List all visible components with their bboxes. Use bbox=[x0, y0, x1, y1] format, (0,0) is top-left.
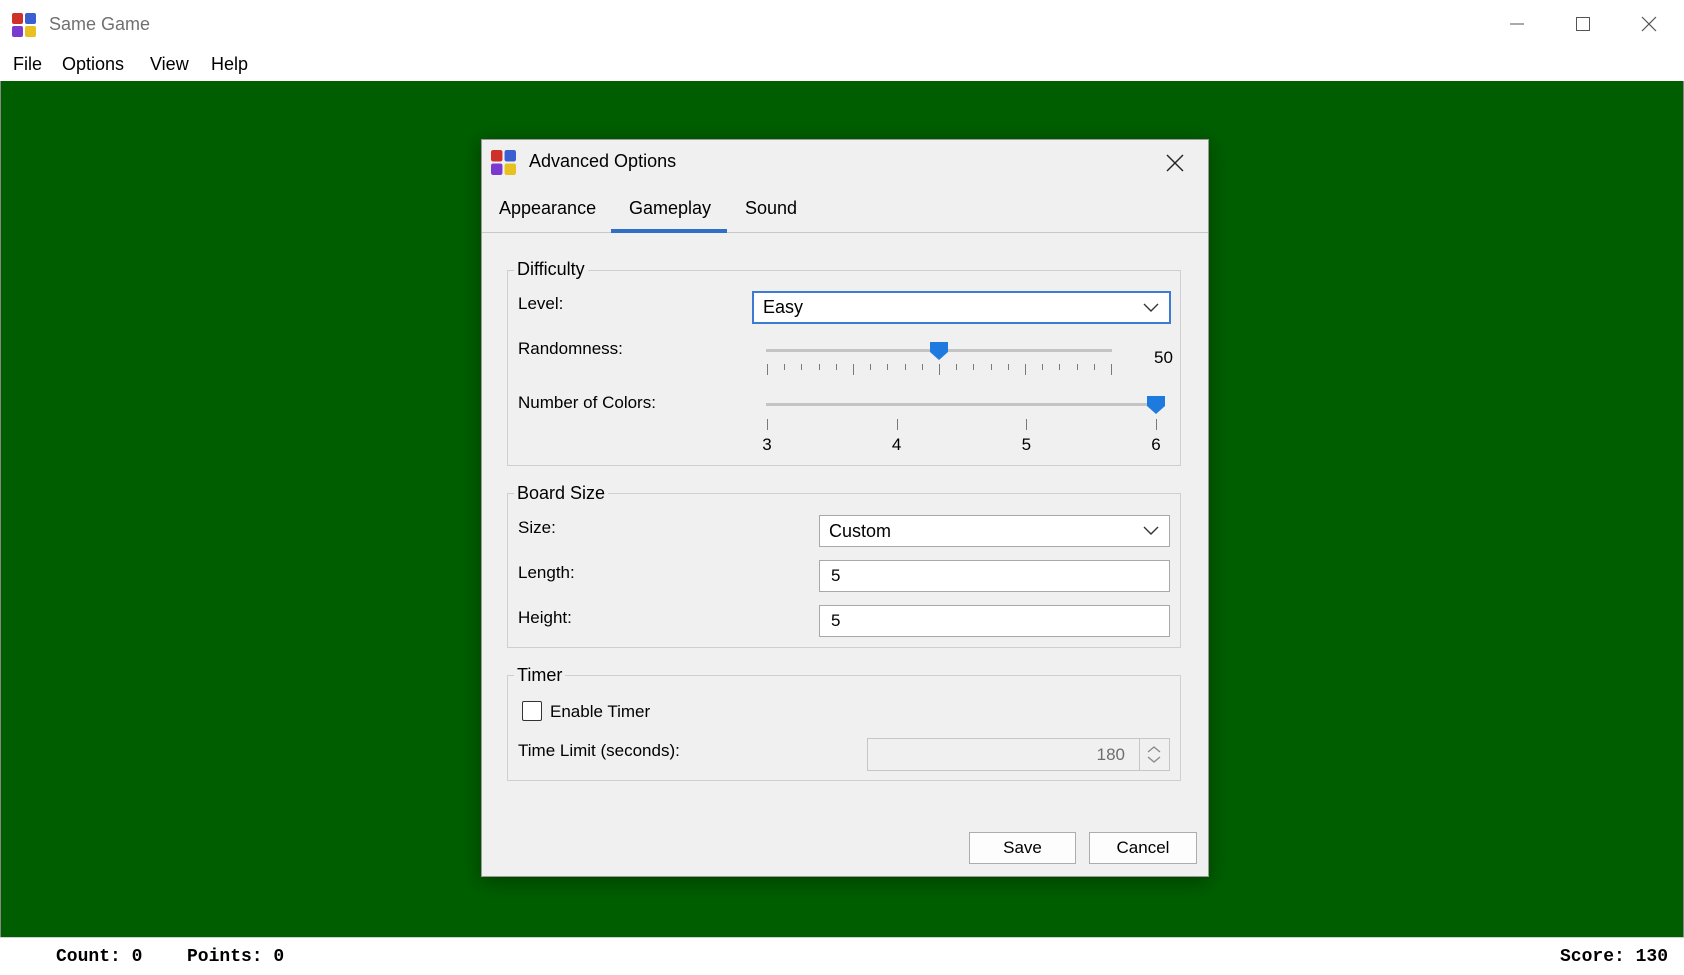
height-label: Height: bbox=[518, 608, 572, 627]
height-value: 5 bbox=[831, 611, 841, 630]
randomness-tick bbox=[921, 364, 923, 370]
colors-tick bbox=[1026, 419, 1028, 430]
size-dropdown[interactable]: Custom bbox=[819, 515, 1170, 547]
enable-timer-checkbox[interactable] bbox=[522, 701, 542, 721]
randomness-value: 50 bbox=[1154, 348, 1173, 367]
close-icon bbox=[1166, 154, 1184, 172]
app-blocks-icon bbox=[12, 13, 36, 37]
time-limit-label: Time Limit (seconds): bbox=[518, 741, 680, 760]
randomness-tick bbox=[1007, 364, 1009, 370]
colors-tick bbox=[1156, 419, 1157, 430]
enable-timer-label[interactable]: Enable Timer bbox=[550, 702, 650, 722]
title-bar bbox=[0, 0, 1684, 48]
randomness-tick bbox=[835, 364, 837, 370]
dialog-app-icon bbox=[491, 150, 516, 175]
randomness-tick bbox=[887, 364, 889, 370]
length-value: 5 bbox=[831, 566, 841, 585]
spin-up-down-icon[interactable] bbox=[1146, 745, 1162, 765]
randomness-slider-thumb[interactable] bbox=[929, 341, 949, 366]
timer-legend: Timer bbox=[514, 665, 566, 686]
randomness-tick bbox=[1025, 364, 1026, 375]
randomness-tick bbox=[1111, 364, 1112, 375]
minimize-icon bbox=[1510, 23, 1524, 25]
menu-bar bbox=[0, 48, 1684, 81]
cancel-button-label: Cancel bbox=[1116, 838, 1170, 857]
randomness-tick bbox=[767, 364, 768, 375]
tab-gameplay[interactable]: Gameplay bbox=[629, 198, 711, 219]
randomness-tick bbox=[956, 364, 958, 370]
points-status: Points: 0 bbox=[187, 947, 285, 967]
colors-tick bbox=[896, 419, 898, 430]
colors-tick-label: 4 bbox=[891, 435, 902, 454]
save-button[interactable]: Save bbox=[969, 832, 1076, 864]
save-button-label: Save bbox=[1003, 838, 1042, 857]
active-tab-indicator bbox=[611, 229, 727, 233]
colors-tick-label: 6 bbox=[1151, 435, 1161, 454]
maximize-button[interactable] bbox=[1550, 0, 1616, 48]
maximize-icon bbox=[1576, 17, 1590, 31]
cancel-button[interactable]: Cancel bbox=[1089, 832, 1197, 864]
minimize-button[interactable] bbox=[1484, 0, 1550, 48]
board-size-legend: Board Size bbox=[514, 483, 609, 504]
dialog-close-button[interactable] bbox=[1160, 148, 1190, 178]
randomness-tick bbox=[853, 364, 854, 375]
chevron-down-icon bbox=[1143, 526, 1159, 535]
chevron-down-icon bbox=[1143, 303, 1159, 312]
menu-file[interactable]: File bbox=[11, 54, 44, 75]
colors-tick bbox=[767, 419, 768, 430]
time-limit-spinbox[interactable]: 180 bbox=[867, 738, 1170, 771]
randomness-tick bbox=[801, 364, 803, 370]
tab-sound[interactable]: Sound bbox=[745, 198, 797, 219]
colors-slider-thumb[interactable] bbox=[1146, 395, 1166, 420]
colors-tick-label: 3 bbox=[762, 435, 772, 454]
randomness-tick bbox=[1076, 364, 1078, 370]
dialog-title: Advanced Options bbox=[529, 151, 677, 171]
length-input[interactable]: 5 bbox=[819, 560, 1170, 592]
level-label: Level: bbox=[518, 294, 564, 313]
time-limit-value: 180 bbox=[1096, 745, 1125, 764]
level-dropdown[interactable]: Easy bbox=[752, 291, 1171, 324]
colors-slider-track bbox=[766, 403, 1157, 406]
height-input[interactable]: 5 bbox=[819, 605, 1170, 637]
colors-label: Number of Colors: bbox=[518, 393, 656, 412]
menu-view[interactable]: View bbox=[148, 54, 191, 75]
length-label: Length: bbox=[518, 563, 575, 582]
score-status: Score: 130 bbox=[1560, 947, 1669, 967]
window-title: Same Game bbox=[49, 14, 151, 34]
colors-tick-label: 5 bbox=[1021, 435, 1032, 454]
close-icon bbox=[1641, 16, 1657, 32]
randomness-tick bbox=[990, 364, 992, 370]
randomness-tick bbox=[784, 364, 786, 370]
randomness-tick bbox=[818, 364, 820, 370]
randomness-tick bbox=[973, 364, 975, 370]
size-label: Size: bbox=[518, 518, 556, 537]
spinbox-divider bbox=[1139, 739, 1140, 770]
menu-help[interactable]: Help bbox=[209, 54, 250, 75]
menu-options[interactable]: Options bbox=[60, 54, 126, 75]
randomness-tick bbox=[870, 364, 872, 370]
randomness-label: Randomness: bbox=[518, 339, 623, 358]
count-status: Count: 0 bbox=[56, 947, 143, 967]
randomness-tick bbox=[1093, 364, 1095, 370]
difficulty-legend: Difficulty bbox=[514, 259, 588, 280]
tab-appearance[interactable]: Appearance bbox=[499, 198, 596, 219]
randomness-tick bbox=[904, 364, 906, 370]
size-value: Custom bbox=[829, 520, 892, 541]
level-value: Easy bbox=[763, 297, 804, 317]
randomness-tick bbox=[1059, 364, 1061, 370]
tab-divider bbox=[482, 232, 1208, 233]
randomness-tick bbox=[1042, 364, 1044, 370]
close-window-button[interactable] bbox=[1616, 0, 1682, 48]
